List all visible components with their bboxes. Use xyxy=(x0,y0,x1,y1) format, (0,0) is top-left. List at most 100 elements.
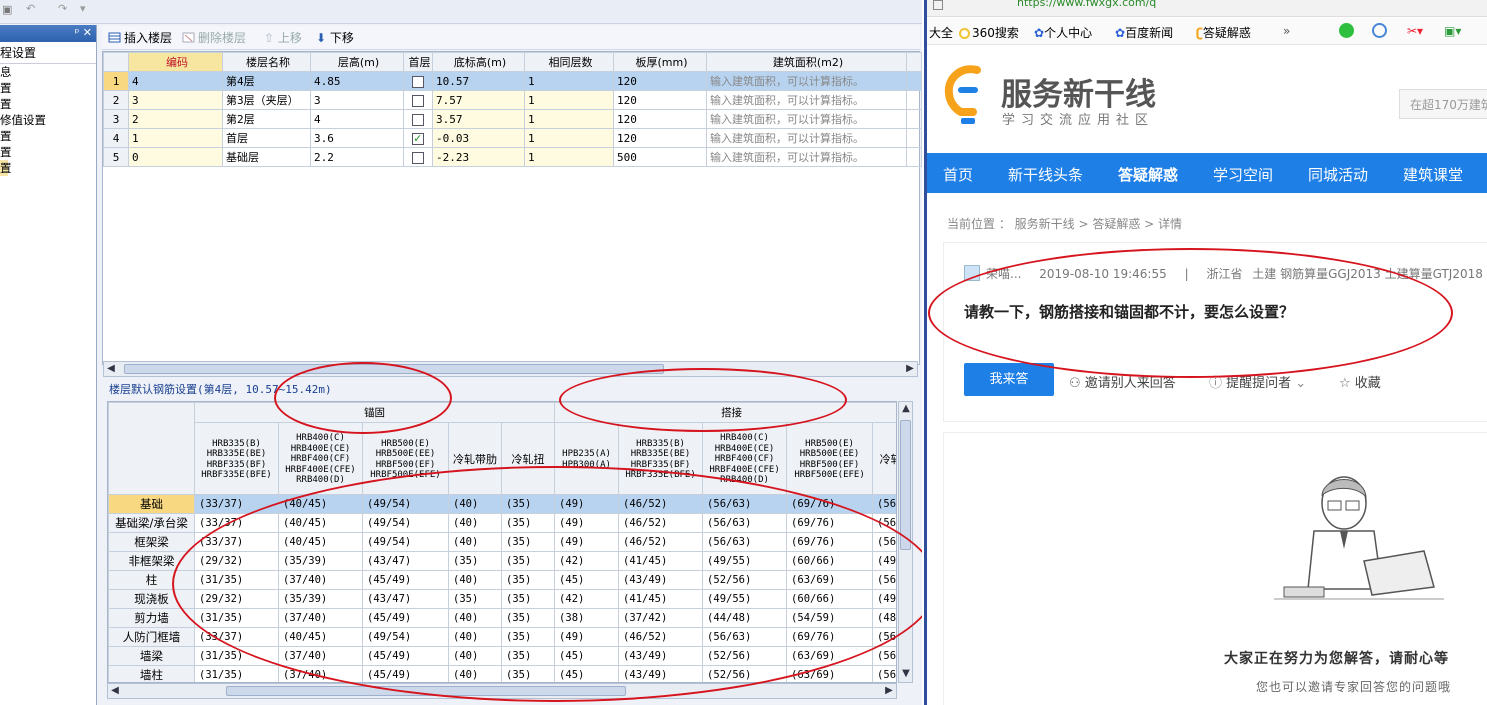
row-number[interactable]: 1 xyxy=(103,71,129,91)
fav-personal-center[interactable]: ✿个人中心 xyxy=(1034,24,1092,41)
nav-learning[interactable]: 学习空间 xyxy=(1213,164,1273,185)
first-floor-checkbox-cell[interactable] xyxy=(403,71,433,91)
dropdown-icon[interactable]: ▾ xyxy=(80,2,86,15)
row-number[interactable]: 2 xyxy=(103,90,129,110)
rebar-length-cell[interactable]: (31/35) xyxy=(194,665,279,682)
building-area-cell[interactable]: 输入建筑面积，可以计算指标。 xyxy=(706,128,907,148)
floor-height-cell[interactable]: 3.6 xyxy=(310,128,404,148)
floor-name-cell[interactable]: 第3层（夹层） xyxy=(222,90,311,110)
first-floor-checkbox[interactable] xyxy=(412,113,424,126)
column-header[interactable]: 编码 xyxy=(128,52,223,72)
floor-name-cell[interactable]: 第4层 xyxy=(222,71,311,91)
scissors-icon[interactable]: ✂▾ xyxy=(1407,24,1423,38)
slab-thickness-cell[interactable]: 120 xyxy=(613,90,707,110)
scroll-right-icon[interactable]: ▶ xyxy=(903,362,917,376)
delete-floor-button[interactable]: 删除楼层 xyxy=(182,30,246,46)
floor-row[interactable]: 5 0 基础层 2.2 -2.23 1 500 输入建筑面积，可以计算指标。 xyxy=(103,147,922,167)
slab-thickness-cell[interactable]: 120 xyxy=(613,128,707,148)
rebar-length-cell[interactable]: (56 xyxy=(872,665,896,682)
nav-qa[interactable]: 答疑解惑 xyxy=(1118,164,1178,185)
floor-name-cell[interactable]: 首层 xyxy=(222,128,311,148)
base-elevation-cell[interactable]: -0.03 xyxy=(432,128,525,148)
component-name[interactable]: 人防门框墙 xyxy=(108,627,195,647)
base-elevation-cell[interactable]: 3.57 xyxy=(432,109,525,129)
minus-circle-icon[interactable] xyxy=(1372,23,1389,39)
first-floor-checkbox-cell[interactable] xyxy=(403,109,433,129)
floor-row[interactable]: 2 3 第3层（夹层） 3 7.57 1 120 输入建筑面积，可以计算指标。 xyxy=(103,90,922,110)
building-area-cell[interactable]: 输入建筑面积，可以计算指标。 xyxy=(706,71,907,91)
first-floor-checkbox[interactable] xyxy=(412,94,424,107)
building-area-cell[interactable]: 输入建筑面积，可以计算指标。 xyxy=(706,90,907,110)
column-header[interactable]: 建筑面积(m2) xyxy=(706,52,907,72)
settings-item[interactable]: 置 xyxy=(0,160,96,176)
undo-icon[interactable]: ↶ xyxy=(26,2,35,15)
floor-row[interactable]: 1 4 第4层 4.85 10.57 1 120 输入建筑面积，可以计算指标。 xyxy=(103,71,922,91)
slab-thickness-cell[interactable]: 120 xyxy=(613,71,707,91)
answer-button[interactable]: 我来答 xyxy=(964,363,1054,396)
same-floor-count-cell[interactable]: 1 xyxy=(524,128,614,148)
settings-item[interactable]: 置 xyxy=(0,80,96,96)
fav-360-search[interactable]: 360搜索 xyxy=(959,24,1019,41)
row-number[interactable]: 5 xyxy=(103,147,129,167)
rebar-length-cell[interactable]: (56 xyxy=(872,494,896,514)
save-icon[interactable]: ▣ xyxy=(2,3,12,16)
fav-baidu-news[interactable]: ✿百度新闻 xyxy=(1115,24,1173,41)
redo-icon[interactable]: ↷ xyxy=(58,2,67,15)
floor-height-cell[interactable]: 4.85 xyxy=(310,71,404,91)
floor-code-cell[interactable]: 0 xyxy=(128,147,223,167)
same-floor-count-cell[interactable]: 1 xyxy=(524,147,614,167)
component-name[interactable]: 墙梁 xyxy=(108,646,195,666)
floor-height-cell[interactable]: 3 xyxy=(310,90,404,110)
address-bar[interactable]: https://www.fwxgx.com/q xyxy=(927,0,1487,17)
floor-code-cell[interactable]: 1 xyxy=(128,128,223,148)
fav-dayi[interactable]: ʗ答疑解惑 xyxy=(1196,24,1251,41)
same-floor-count-cell[interactable]: 1 xyxy=(524,71,614,91)
column-header[interactable]: 板厚(mm) xyxy=(613,52,707,72)
nav-headlines[interactable]: 新干线头条 xyxy=(1008,164,1083,185)
settings-item[interactable]: 置 xyxy=(0,96,96,112)
favorite-button[interactable]: ☆ 收藏 xyxy=(1339,372,1381,391)
floor-name-cell[interactable]: 第2层 xyxy=(222,109,311,129)
floor-height-cell[interactable]: 4 xyxy=(310,109,404,129)
column-header[interactable] xyxy=(103,52,129,72)
component-name[interactable]: 框架梁 xyxy=(108,532,195,552)
first-floor-checkbox[interactable] xyxy=(412,131,424,145)
first-floor-checkbox-cell[interactable] xyxy=(403,90,433,110)
base-elevation-cell[interactable]: 7.57 xyxy=(432,90,525,110)
nav-local-events[interactable]: 同城活动 xyxy=(1308,164,1368,185)
column-header[interactable]: 层高(m) xyxy=(310,52,404,72)
first-floor-checkbox-cell[interactable] xyxy=(403,128,433,148)
component-name[interactable]: 基础梁/承台梁 xyxy=(108,513,195,533)
grade-column-header[interactable]: 冷轧 xyxy=(872,422,896,495)
wechat-icon[interactable] xyxy=(1339,23,1356,39)
move-up-button[interactable]: ⇧ 上移 xyxy=(264,30,302,46)
floor-height-cell[interactable]: 2.2 xyxy=(310,147,404,167)
scroll-thumb[interactable] xyxy=(900,420,911,550)
floor-code-cell[interactable]: 2 xyxy=(128,109,223,129)
scroll-left-icon[interactable]: ◀ xyxy=(104,362,118,376)
settings-item[interactable]: 修值设置 xyxy=(0,112,96,128)
component-name[interactable]: 基础 xyxy=(108,494,195,514)
column-header[interactable]: 相同层数 xyxy=(524,52,614,72)
building-area-cell[interactable]: 输入建筑面积，可以计算指标。 xyxy=(706,109,907,129)
settings-item[interactable]: 置 xyxy=(0,128,96,144)
extension-icon[interactable]: ▣▾ xyxy=(1444,24,1461,38)
floor-code-cell[interactable]: 4 xyxy=(128,71,223,91)
slab-thickness-cell[interactable]: 500 xyxy=(613,147,707,167)
same-floor-count-cell[interactable]: 1 xyxy=(524,109,614,129)
row-number[interactable]: 3 xyxy=(103,109,129,129)
pin-close-icons[interactable]: ᵖ ✕ xyxy=(75,26,92,39)
component-name[interactable]: 墙柱 xyxy=(108,665,195,682)
base-elevation-cell[interactable]: 10.57 xyxy=(432,71,525,91)
building-area-cell[interactable]: 输入建筑面积，可以计算指标。 xyxy=(706,147,907,167)
first-floor-checkbox[interactable] xyxy=(412,75,424,88)
base-elevation-cell[interactable]: -2.23 xyxy=(432,147,525,167)
url-text[interactable]: https://www.fwxgx.com/q xyxy=(1017,0,1156,9)
floor-name-cell[interactable]: 基础层 xyxy=(222,147,311,167)
first-floor-checkbox[interactable] xyxy=(412,151,424,164)
floor-row[interactable]: 41首层3.6-0.031120输入建筑面积，可以计算指标。 xyxy=(103,128,922,148)
scroll-down-icon[interactable]: ▼ xyxy=(899,667,913,681)
nav-home[interactable]: 首页 xyxy=(943,164,973,185)
column-header[interactable]: 底标高(m) xyxy=(432,52,525,72)
site-search-input[interactable]: 在超170万建筑 xyxy=(1399,89,1487,119)
